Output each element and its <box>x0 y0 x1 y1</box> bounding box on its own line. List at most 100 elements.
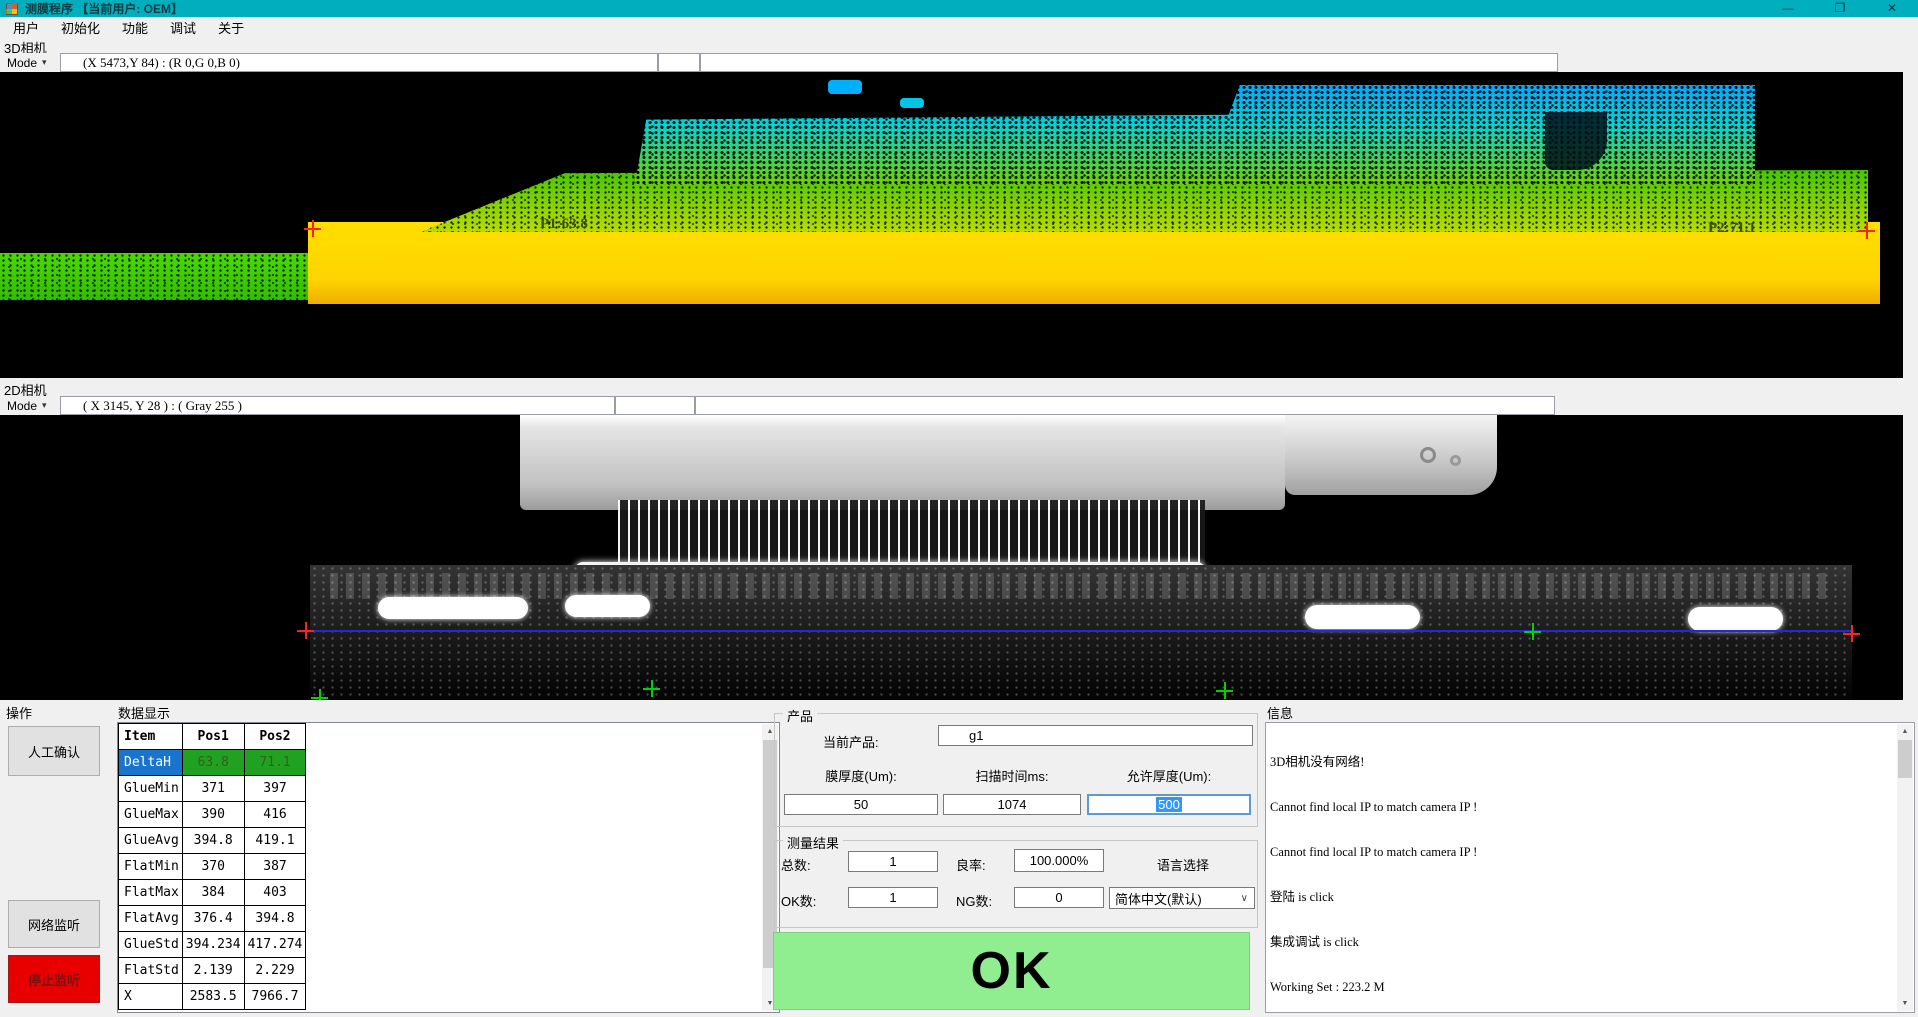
cell-item[interactable]: GlueAvg <box>119 828 183 854</box>
scroll-up-icon[interactable]: ▲ <box>1897 724 1913 739</box>
cell-pos2[interactable]: 397 <box>244 776 306 802</box>
cell-item[interactable]: FlatAvg <box>119 906 183 932</box>
ng-count-field[interactable]: 0 <box>1014 887 1104 908</box>
glue-highlight-blob <box>1305 605 1420 629</box>
minimize-icon[interactable]: — <box>1762 0 1814 17</box>
cell-item[interactable]: GlueMax <box>119 802 183 828</box>
cell-pos2[interactable]: 2.229 <box>244 958 306 984</box>
cell-pos2[interactable]: 416 <box>244 802 306 828</box>
cell-pos1[interactable]: 63.8 <box>182 750 244 776</box>
cam3d-mode-bar: Mode ▾ (X 5473,Y 84) : (R 0,G 0,B 0) <box>0 53 1903 72</box>
cell-pos1[interactable]: 376.4 <box>182 906 244 932</box>
cell-item[interactable]: FlatStd <box>119 958 183 984</box>
log-scrollbar[interactable]: ▲ ▼ <box>1897 724 1913 1011</box>
yield-field[interactable]: 100.000% <box>1014 849 1104 872</box>
cell-pos1[interactable]: 390 <box>182 802 244 828</box>
cell-item[interactable]: GlueStd <box>119 932 183 958</box>
menu-about[interactable]: 关于 <box>207 16 255 39</box>
cell-item[interactable]: FlatMax <box>119 880 183 906</box>
cell-item[interactable]: FlatMin <box>119 854 183 880</box>
table-row[interactable]: GlueMin 371 397 <box>119 776 306 802</box>
dropdown-arrow-icon: ▾ <box>42 400 47 411</box>
chevron-down-icon: ∨ <box>1241 893 1248 904</box>
info-log-container[interactable]: 3D相机没有网络! Cannot find local IP to match … <box>1265 722 1915 1013</box>
cell-pos2[interactable]: 419.1 <box>244 828 306 854</box>
col-header-pos1[interactable]: Pos1 <box>182 724 244 750</box>
product-group-label: 产品 <box>783 706 817 725</box>
data-display-panel-label: 数据显示 <box>118 703 170 722</box>
p2-measure-label: P2:71.1 <box>1708 220 1756 237</box>
cell-pos1[interactable]: 384 <box>182 880 244 906</box>
restore-icon[interactable]: ❐ <box>1814 0 1866 17</box>
info-panel-label: 信息 <box>1267 703 1293 722</box>
info-log-text: 3D相机没有网络! Cannot find local IP to match … <box>1270 725 1894 1013</box>
result-status-banner: OK <box>773 932 1250 1010</box>
measure-line-blue <box>313 630 1853 632</box>
glue-highlight-blob <box>378 597 528 619</box>
menu-user[interactable]: 用户 <box>2 16 50 39</box>
close-icon[interactable]: ✕ <box>1866 0 1918 17</box>
cam2d-mode-button[interactable]: Mode ▾ <box>0 396 60 415</box>
cell-pos1[interactable]: 2.139 <box>182 958 244 984</box>
ok-count-label: OK数: <box>781 891 816 910</box>
cam3d-mode-button[interactable]: Mode ▾ <box>0 53 60 72</box>
cell-pos2[interactable]: 394.8 <box>244 906 306 932</box>
cell-pos2[interactable]: 71.1 <box>244 750 306 776</box>
film-thickness-field[interactable]: 50 <box>784 794 938 815</box>
table-row[interactable]: X 2583.5 7966.7 <box>119 984 306 1010</box>
p1-measure-label: P1:63.8 <box>540 216 588 233</box>
menu-init[interactable]: 初始化 <box>50 16 111 39</box>
menu-debug[interactable]: 调试 <box>159 16 207 39</box>
pcb-hole <box>1450 455 1461 466</box>
table-row[interactable]: FlatMin 370 387 <box>119 854 306 880</box>
cam2d-image-view[interactable] <box>0 415 1903 700</box>
cell-item[interactable]: X <box>119 984 183 1010</box>
manual-confirm-button[interactable]: 人工确认 <box>8 726 100 776</box>
table-row[interactable]: FlatAvg 376.4 394.8 <box>119 906 306 932</box>
cell-pos2[interactable]: 417.274 <box>244 932 306 958</box>
scrollbar-thumb[interactable] <box>1898 740 1912 778</box>
pcb-board <box>520 415 1285 510</box>
cell-pos2[interactable]: 403 <box>244 880 306 906</box>
cam2d-pixel-status: ( X 3145, Y 28 ) : ( Gray 255 ) <box>60 396 615 415</box>
col-header-item[interactable]: Item <box>119 724 183 750</box>
cell-pos1[interactable]: 394.8 <box>182 828 244 854</box>
ok-count-field[interactable]: 1 <box>848 887 938 908</box>
scan-time-field[interactable]: 1074 <box>943 794 1081 815</box>
cam3d-image-view[interactable]: P1:63.8 P2:71.1 <box>0 72 1903 378</box>
table-row[interactable]: GlueMax 390 416 <box>119 802 306 828</box>
allow-thickness-field[interactable]: 500 <box>1087 794 1251 815</box>
table-row[interactable]: FlatStd 2.139 2.229 <box>119 958 306 984</box>
stop-listen-button[interactable]: 停止监听 <box>8 955 100 1003</box>
cam3d-status-spacer <box>658 53 700 72</box>
language-select-dropdown[interactable]: 简体中文(默认) ∨ <box>1109 887 1255 909</box>
results-group-label: 测量结果 <box>783 833 843 852</box>
menu-function[interactable]: 功能 <box>111 16 159 39</box>
cell-pos2[interactable]: 387 <box>244 854 306 880</box>
cell-pos1[interactable]: 394.234 <box>182 932 244 958</box>
table-row[interactable]: DeltaH 63.8 71.1 <box>119 750 306 776</box>
cam2d-mode-button-label: Mode <box>7 399 37 413</box>
cam3d-pixel-status: (X 5473,Y 84) : (R 0,G 0,B 0) <box>60 53 658 72</box>
current-product-field[interactable]: g1 <box>938 725 1253 746</box>
cell-pos1[interactable]: 370 <box>182 854 244 880</box>
total-field[interactable]: 1 <box>848 851 938 872</box>
current-product-label: 当前产品: <box>823 732 879 751</box>
cam2d-status-extra <box>695 396 1555 415</box>
cell-item[interactable]: GlueMin <box>119 776 183 802</box>
network-listen-button[interactable]: 网络监听 <box>8 900 100 948</box>
table-row[interactable]: GlueStd 394.234 417.274 <box>119 932 306 958</box>
results-groupbox: 测量结果 总数: 1 良率: 100.000% 语言选择 OK数: 1 NG数:… <box>774 840 1258 928</box>
menu-bar: 用户 初始化 功能 调试 关于 <box>0 17 1918 38</box>
heightmap-dark-notch <box>1545 112 1607 170</box>
cell-pos2[interactable]: 7966.7 <box>244 984 306 1010</box>
table-row[interactable]: GlueAvg 394.8 419.1 <box>119 828 306 854</box>
cell-item[interactable]: DeltaH <box>119 750 183 776</box>
cell-pos1[interactable]: 371 <box>182 776 244 802</box>
cell-pos1[interactable]: 2583.5 <box>182 984 244 1010</box>
table-row[interactable]: FlatMax 384 403 <box>119 880 306 906</box>
language-select-label: 语言选择 <box>1157 855 1209 874</box>
col-header-pos2[interactable]: Pos2 <box>244 724 306 750</box>
scroll-down-icon[interactable]: ▼ <box>1897 996 1913 1011</box>
cam3d-mode-button-label: Mode <box>7 56 37 70</box>
